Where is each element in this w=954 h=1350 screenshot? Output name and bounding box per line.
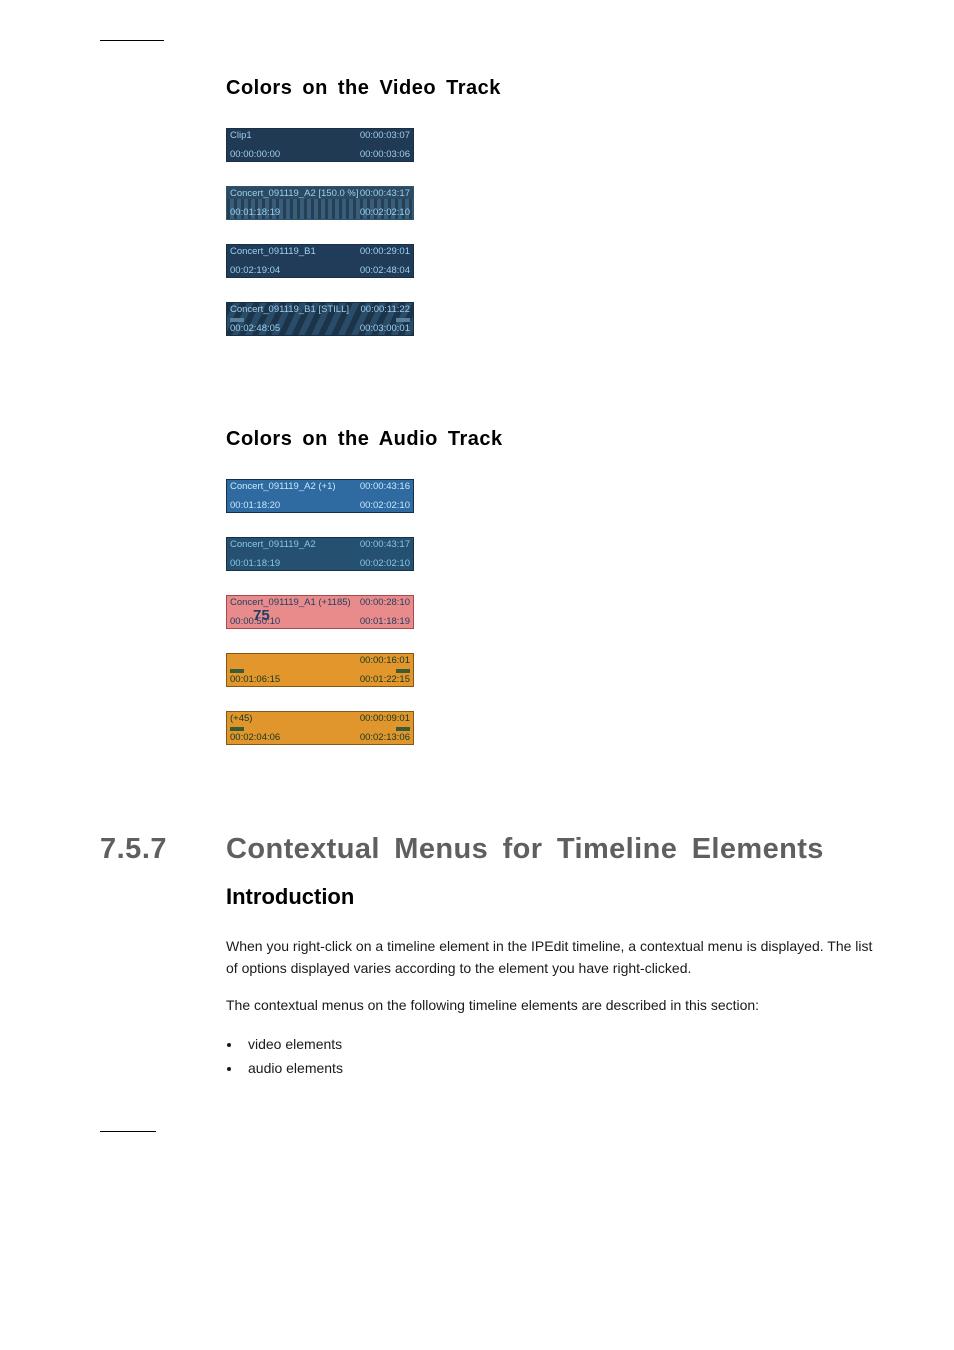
intro-bullet-list: video elements audio elements xyxy=(226,1033,884,1081)
handle-icon xyxy=(230,318,244,322)
clip-out: 00:02:48:04 xyxy=(360,266,410,276)
clip-name: Concert_091119_A2 [150.0 %] xyxy=(230,189,359,199)
handle-icon xyxy=(230,669,244,673)
audio-clip: (+45) 00:00:09:01 00:02:04:06 00:02:13:0… xyxy=(226,711,884,745)
clip-in: 00:00:00:00 xyxy=(230,150,280,160)
clip-duration: 00:00:11:22 xyxy=(361,305,410,315)
document-page: Colors on the Video Track Clip1 00:00:03… xyxy=(0,0,954,1192)
clip-name: Concert_091119_A2 (+1) xyxy=(230,482,336,492)
handle-icon xyxy=(396,669,410,673)
content-column: Colors on the Video Track Clip1 00:00:03… xyxy=(226,77,884,745)
clip-name: Clip1 xyxy=(230,131,252,141)
section-number: 7.5.7 xyxy=(100,833,226,866)
clip-duration: 00:00:09:01 xyxy=(360,714,410,724)
clip-in: 00:01:18:19 xyxy=(230,559,280,569)
top-rule xyxy=(100,40,164,41)
clip-duration: 00:00:43:17 xyxy=(360,540,410,550)
clip-out: 00:03:00:01 xyxy=(360,324,410,334)
bottom-rule xyxy=(100,1131,156,1132)
intro-paragraph: The contextual menus on the following ti… xyxy=(226,995,884,1017)
audio-clip: Concert_091119_A2 (+1) 00:00:43:16 00:01… xyxy=(226,479,884,513)
clip-duration: 00:00:16:01 xyxy=(360,656,410,666)
clip-in: 00:00:50:10 xyxy=(230,617,280,627)
handle-icon xyxy=(396,318,410,322)
clip-out: 00:02:02:10 xyxy=(360,208,410,218)
clip-in: 00:01:06:15 xyxy=(230,675,280,685)
video-clip: Concert_091119_B1 00:00:29:01 00:02:19:0… xyxy=(226,244,884,278)
clip-name: Concert_091119_B1 xyxy=(230,247,316,257)
clip-out: 00:01:22:15 xyxy=(360,675,410,685)
clip-in: 00:02:19:04 xyxy=(230,266,280,276)
intro-paragraph: When you right-click on a timeline eleme… xyxy=(226,936,884,979)
video-clip: Concert_091119_A2 [150.0 %] 00:00:43:17 … xyxy=(226,186,884,220)
clip-duration: 00:00:43:17 xyxy=(360,189,410,199)
clip-duration: 00:00:29:01 xyxy=(360,247,410,257)
intro-heading: Introduction xyxy=(226,884,884,910)
video-track-heading: Colors on the Video Track xyxy=(226,77,884,100)
audio-clip: Concert_091119_A2 00:00:43:17 00:01:18:1… xyxy=(226,537,884,571)
clip-offset: (+45) xyxy=(230,714,252,724)
video-clip: Clip1 00:00:03:07 00:00:00:00 00:00:03:0… xyxy=(226,128,884,162)
clip-out: 00:02:02:10 xyxy=(360,501,410,511)
list-item: video elements xyxy=(242,1033,884,1057)
clip-duration: 00:00:03:07 xyxy=(360,131,410,141)
section-body: Introduction When you right-click on a t… xyxy=(226,884,884,1081)
clip-duration: 00:00:43:16 xyxy=(360,482,410,492)
section-title: Contextual Menus for Timeline Elements xyxy=(226,833,824,866)
audio-track-heading: Colors on the Audio Track xyxy=(226,428,884,451)
section-heading-row: 7.5.7 Contextual Menus for Timeline Elem… xyxy=(100,833,884,866)
audio-clip: Concert_091119_A1 (+1185) 00:00:28:10 75… xyxy=(226,595,884,629)
handle-icon xyxy=(230,727,244,731)
clip-name: Concert_091119_A1 (+1185) xyxy=(230,598,351,608)
clip-in: 00:02:04:06 xyxy=(230,733,280,743)
clip-in: 00:01:18:20 xyxy=(230,501,280,511)
audio-clip: 00:00:16:01 00:01:06:15 00:01:22:15 xyxy=(226,653,884,687)
clip-duration: 00:00:28:10 xyxy=(360,598,410,608)
clip-out: 00:02:13:06 xyxy=(360,733,410,743)
clip-out: 00:02:02:10 xyxy=(360,559,410,569)
clip-name: Concert_091119_B1 [STILL] xyxy=(230,305,349,315)
clip-out: 00:01:18:19 xyxy=(360,617,410,627)
clip-in: 00:01:18:19 xyxy=(230,208,280,218)
video-clip: Concert_091119_B1 [STILL] 00:00:11:22 00… xyxy=(226,302,884,336)
handle-icon xyxy=(396,727,410,731)
list-item: audio elements xyxy=(242,1057,884,1081)
clip-in: 00:02:48:05 xyxy=(230,324,280,334)
clip-out: 00:00:03:06 xyxy=(360,150,410,160)
clip-name: Concert_091119_A2 xyxy=(230,540,316,550)
